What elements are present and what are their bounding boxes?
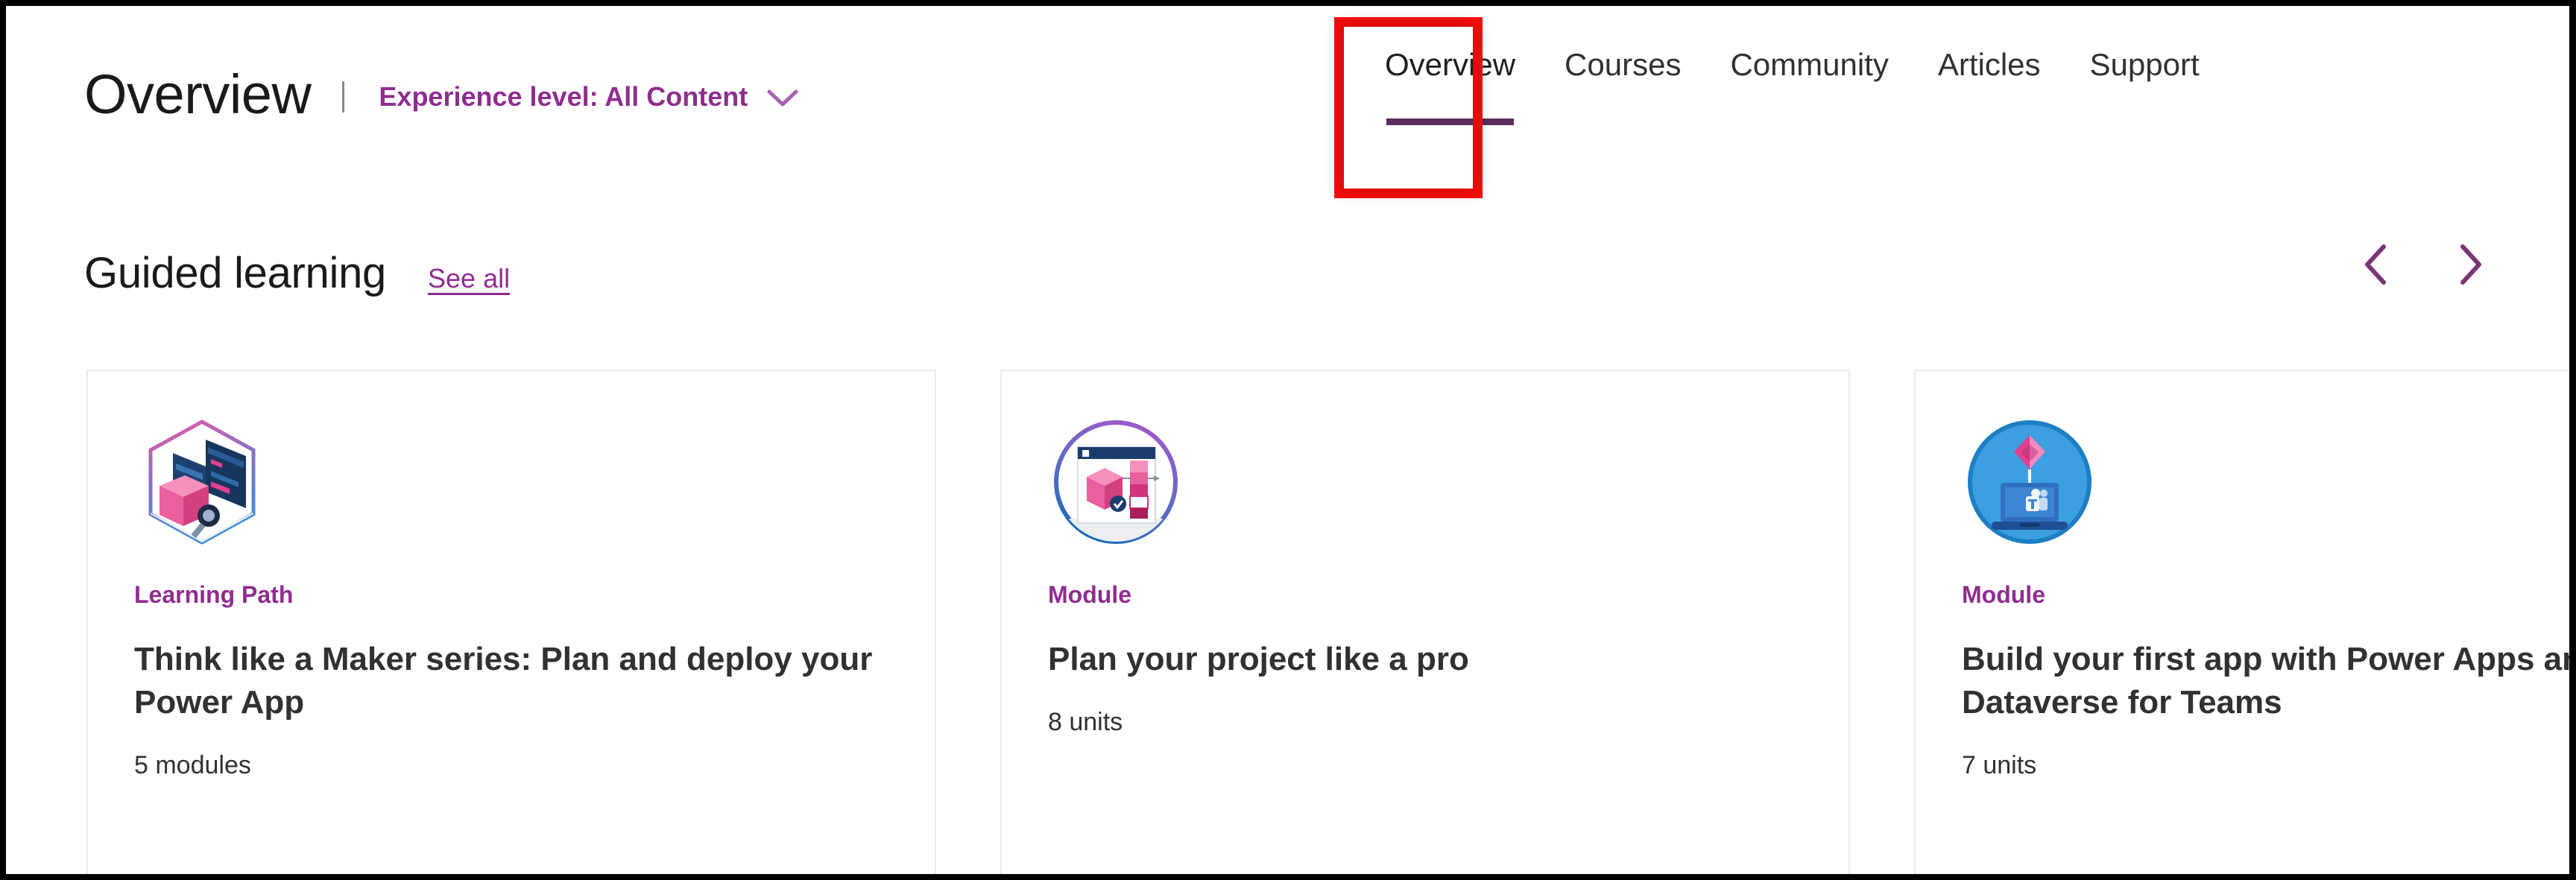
section-title: Guided learning: [84, 249, 387, 297]
primary-nav-tabs: Overview Courses Community Articles Supp…: [1385, 6, 2200, 192]
tab-support-label: Support: [2089, 47, 2200, 82]
tab-articles-label: Articles: [1937, 47, 2041, 82]
chevron-right-icon[interactable]: [2448, 243, 2491, 286]
learning-card[interactable]: Learning Path Think like a Maker series:…: [86, 370, 936, 874]
card-title: Think like a Maker series: Plan and depl…: [134, 641, 882, 721]
card-type-label: Module: [1962, 581, 2045, 608]
tab-articles[interactable]: Articles: [1938, 49, 2041, 88]
learning-card[interactable]: Module Plan your project like a pro 8 un…: [1000, 370, 1850, 874]
experience-level-dropdown[interactable]: Experience level: All Content: [379, 83, 798, 110]
card-type-label: Module: [1048, 581, 1131, 608]
chevron-down-icon: [767, 89, 798, 108]
card-title: Plan your project like a pro: [1048, 641, 1469, 677]
page-header: Overview Experience level: All Content O…: [6, 6, 2569, 198]
see-all-link[interactable]: See all: [428, 265, 510, 292]
chevron-left-icon[interactable]: [2355, 243, 2399, 286]
tab-overview[interactable]: Overview: [1385, 47, 1516, 125]
page-title: Overview: [84, 63, 312, 125]
learning-overview-page: Overview Experience level: All Content O…: [6, 6, 2569, 874]
title-divider: [342, 81, 345, 113]
card-type-label: Learning Path: [134, 581, 294, 608]
module-circle-teams-dataverse-icon: [1962, 414, 2097, 550]
card-meta: 8 units: [1048, 708, 1123, 737]
card-meta: 5 modules: [134, 751, 251, 780]
screenshot-frame: Overview Experience level: All Content O…: [0, 0, 2576, 880]
tab-overview-label: Overview: [1385, 47, 1516, 82]
carousel-controls: [2355, 243, 2491, 286]
title-block: Overview Experience level: All Content: [84, 67, 798, 122]
guided-learning-section-header: Guided learning See all: [84, 244, 2491, 297]
card-title: Build your first app with Power Apps and…: [1962, 641, 2569, 721]
tab-community-label: Community: [1730, 47, 1889, 82]
tab-community[interactable]: Community: [1730, 49, 1888, 88]
tab-support[interactable]: Support: [2090, 49, 2200, 88]
active-tab-underline: [1386, 118, 1515, 125]
tab-courses[interactable]: Courses: [1565, 49, 1681, 88]
learning-card[interactable]: Module Build your first app with Power A…: [1914, 370, 2569, 874]
experience-level-label: Experience level: All Content: [379, 81, 748, 112]
guided-learning-card-row: Learning Path Think like a Maker series:…: [86, 370, 2569, 874]
card-meta: 7 units: [1962, 751, 2037, 780]
tab-courses-label: Courses: [1565, 47, 1682, 82]
learning-path-hexagon-icon: [134, 414, 270, 550]
module-circle-planning-icon: [1048, 414, 1184, 550]
